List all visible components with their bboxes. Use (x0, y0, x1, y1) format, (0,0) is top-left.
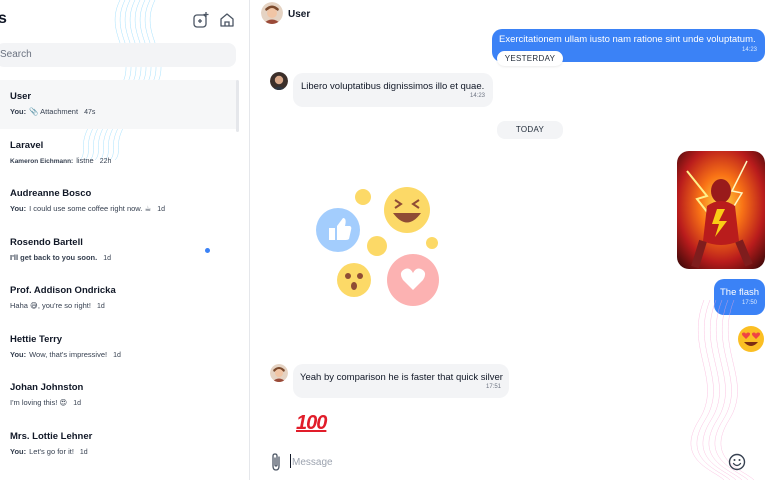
message-incoming: Yeah by comparison he is faster that qui… (293, 364, 509, 398)
heart-eyes-emoji-icon (738, 326, 764, 352)
search-input[interactable]: Search (0, 43, 236, 67)
chat-prefix: You: (10, 446, 27, 456)
chat-preview: You: I could use some coffee right now. ☕… (10, 203, 238, 216)
like-emoji-icon (316, 208, 360, 252)
chat-item-prof-addison-ondricka[interactable]: Prof. Addison Ondricka Haha 😅, you're so… (0, 274, 238, 323)
chat-time: 1d (103, 254, 112, 262)
chat-preview: You: Wow, that's impressive! 1d (10, 349, 238, 362)
date-separator-today: TODAY (497, 121, 563, 139)
message-time: 17:51 (485, 384, 501, 390)
chat-time: 22h (99, 157, 112, 165)
reaction-emoji-cluster (316, 187, 439, 306)
message-time: 17:50 (741, 300, 757, 306)
chat-preview: You: Let's go for it! 1d (10, 446, 238, 459)
chat-message: Wow, that's impressive! (29, 349, 108, 359)
avatar (270, 72, 288, 90)
date-separator-yesterday: YESTERDAY (497, 51, 563, 66)
message-input[interactable] (292, 453, 712, 471)
surprised-emoji-icon (337, 263, 371, 297)
chat-time: 1d (96, 303, 105, 310)
chat-preview: I'm loving this! 😍 1d (10, 397, 238, 410)
sidebar: s Search User You:📎 Attachment47s Larave… (0, 0, 250, 480)
message-text: Yeah by comparison he is faster that qui… (300, 372, 503, 383)
message-text: Exercitationem ullam iusto nam ratione s… (499, 34, 756, 45)
chat-item-user[interactable]: User You: 📎 Attachment 47s (0, 80, 238, 129)
chat-time: 47s (84, 109, 96, 116)
chat-message: I could use some coffee right now. ☕ (29, 204, 152, 213)
paperclip-icon[interactable] (268, 452, 284, 472)
sidebar-scrollbar[interactable] (236, 80, 239, 132)
avatar (270, 364, 288, 382)
image-message-flash[interactable] (677, 151, 765, 269)
chat-name: Hettie Terry (10, 333, 63, 345)
chat-prefix: You: (10, 349, 27, 359)
chat-item-johan-johnston[interactable]: Johan Johnston I'm loving this! 😍 1d (0, 371, 238, 420)
chat-message: I'll get back to you soon. (10, 252, 98, 262)
love-emoji-icon (387, 254, 439, 306)
hundred-points-emoji: 100 (296, 412, 327, 434)
message-text: Libero voluptatibus dignissimos illo et … (301, 81, 485, 92)
message-time: 14:23 (469, 93, 485, 99)
chat-time: 1d (157, 206, 165, 213)
message-outgoing: The flash 17:50 (714, 279, 765, 315)
chat-time: 1d (73, 400, 81, 407)
message-composer (258, 446, 768, 478)
chat-message: listne (76, 155, 94, 165)
chat-list: User You: 📎 Attachment 47s Laravel Kameron… (0, 80, 238, 468)
chat-preview: Kameron Eichmann: listne 22h (10, 155, 238, 168)
message-incoming: Libero voluptatibus dignissimos illo et … (293, 73, 493, 107)
chat-name: Rosendo Bartell (10, 236, 83, 248)
chat-item-mrs-lottie-lehner[interactable]: Mrs. Lottie Lehner You: Let's go for it! 1… (0, 420, 238, 469)
chat-prefix: Kameron Eichmann: (10, 157, 74, 165)
chat-name: Prof. Addison Ondricka (10, 285, 116, 296)
chat-preview: I'll get back to you soon. 1d (10, 252, 238, 265)
chat-prefix: You: (10, 204, 27, 213)
chat-time: 1d (79, 448, 88, 456)
chat-item-hettie-terry[interactable]: Hettie Terry You: Wow, that's impressive!… (0, 323, 238, 372)
unread-dot (205, 247, 210, 253)
chat-prefix: You: (10, 107, 27, 116)
avatar[interactable] (261, 2, 283, 24)
new-chat-icon[interactable] (192, 11, 210, 29)
chat-name: User (10, 91, 32, 102)
chat-name: Audreanne Bosco (10, 188, 92, 199)
chat-time: 1d (113, 351, 121, 359)
emoji-icon[interactable] (728, 453, 746, 471)
chat-header-name: User (288, 9, 311, 20)
chat-name: Mrs. Lottie Lehner (10, 430, 93, 442)
chat-message: I'm loving this! 😍 (10, 398, 68, 407)
chat-message: 📎 Attachment (29, 107, 79, 116)
chat-preview: Haha 😅, you're so right! 1d (10, 300, 238, 313)
home-icon[interactable] (218, 11, 236, 29)
chat-item-rosendo-bartell[interactable]: Rosendo Bartell I'll get back to you soo… (0, 226, 238, 275)
chat-item-laravel[interactable]: Laravel Kameron Eichmann: listne 22h (0, 129, 238, 178)
laughing-emoji-icon (384, 187, 430, 233)
message-time: 14:23 (741, 47, 757, 53)
chat-header (251, 0, 768, 28)
chat-message: Let's go for it! (29, 446, 74, 456)
chat-name: Laravel (10, 139, 44, 151)
text-caret (290, 454, 291, 468)
chat-preview: You: 📎 Attachment 47s (10, 106, 238, 119)
chat-message: Haha 😅, you're so right! (10, 301, 91, 310)
sidebar-heading: s (0, 10, 7, 28)
chat-item-audreanne-bosco[interactable]: Audreanne Bosco You: I could use some cof… (0, 177, 238, 226)
chat-name: Johan Johnston (10, 382, 84, 393)
